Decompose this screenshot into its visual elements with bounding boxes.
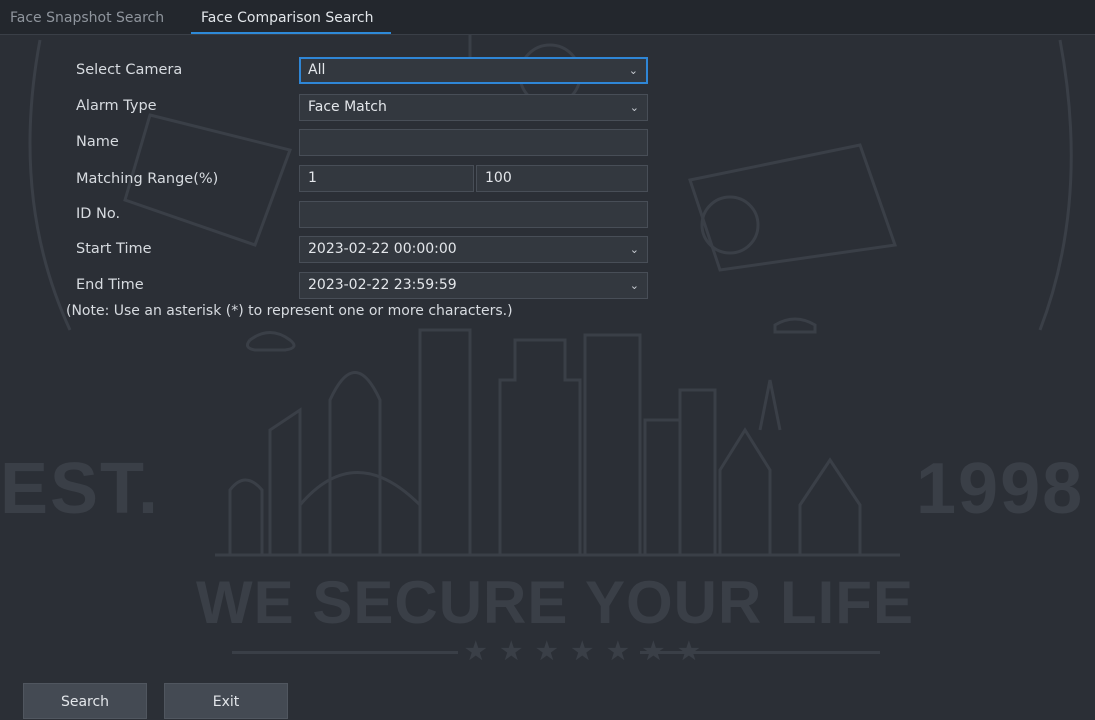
- search-button[interactable]: Search: [23, 683, 147, 719]
- tab-bar: Face Snapshot Search Face Comparison Sea…: [0, 0, 1095, 35]
- start-time-label: Start Time: [76, 241, 152, 257]
- watermark-divider-left: [232, 651, 458, 654]
- exit-button[interactable]: Exit: [164, 683, 288, 719]
- select-camera-value: All: [308, 62, 326, 78]
- end-time-picker[interactable]: 2023-02-22 23:59:59 ⌄: [299, 272, 648, 299]
- chevron-down-icon: ⌄: [629, 243, 639, 256]
- watermark-year: 1998: [916, 449, 1085, 529]
- watermark-stars: ★★★★★★★: [465, 638, 714, 665]
- matching-range-min-input[interactable]: 1: [299, 165, 474, 192]
- matching-range-max-input[interactable]: 100: [476, 165, 648, 192]
- id-no-label: ID No.: [76, 206, 121, 222]
- tab-face-comparison-search[interactable]: Face Comparison Search: [190, 6, 393, 34]
- alarm-type-label: Alarm Type: [76, 98, 157, 114]
- alarm-type-value: Face Match: [308, 99, 387, 115]
- start-time-picker[interactable]: 2023-02-22 00:00:00 ⌄: [299, 236, 648, 263]
- start-time-value: 2023-02-22 00:00:00: [308, 241, 457, 257]
- select-camera-dropdown[interactable]: All ⌄: [299, 57, 648, 84]
- name-label: Name: [76, 134, 119, 150]
- end-time-value: 2023-02-22 23:59:59: [308, 277, 457, 293]
- tab-face-snapshot-search[interactable]: Face Snapshot Search: [4, 6, 170, 30]
- watermark-divider-right: [640, 651, 880, 654]
- alarm-type-dropdown[interactable]: Face Match ⌄: [299, 94, 648, 121]
- chevron-down-icon: ⌄: [629, 279, 639, 292]
- chevron-down-icon: ⌄: [628, 64, 638, 77]
- watermark-est: EST.: [0, 449, 161, 529]
- select-camera-label: Select Camera: [76, 62, 183, 78]
- wildcard-note: (Note: Use an asterisk (*) to represent …: [66, 303, 513, 319]
- end-time-label: End Time: [76, 277, 144, 293]
- name-input[interactable]: [299, 129, 648, 156]
- chevron-down-icon: ⌄: [629, 101, 639, 114]
- watermark-slogan: WE SECURE YOUR LIFE: [196, 569, 914, 636]
- id-no-input[interactable]: [299, 201, 648, 228]
- matching-range-label: Matching Range(%): [76, 171, 219, 187]
